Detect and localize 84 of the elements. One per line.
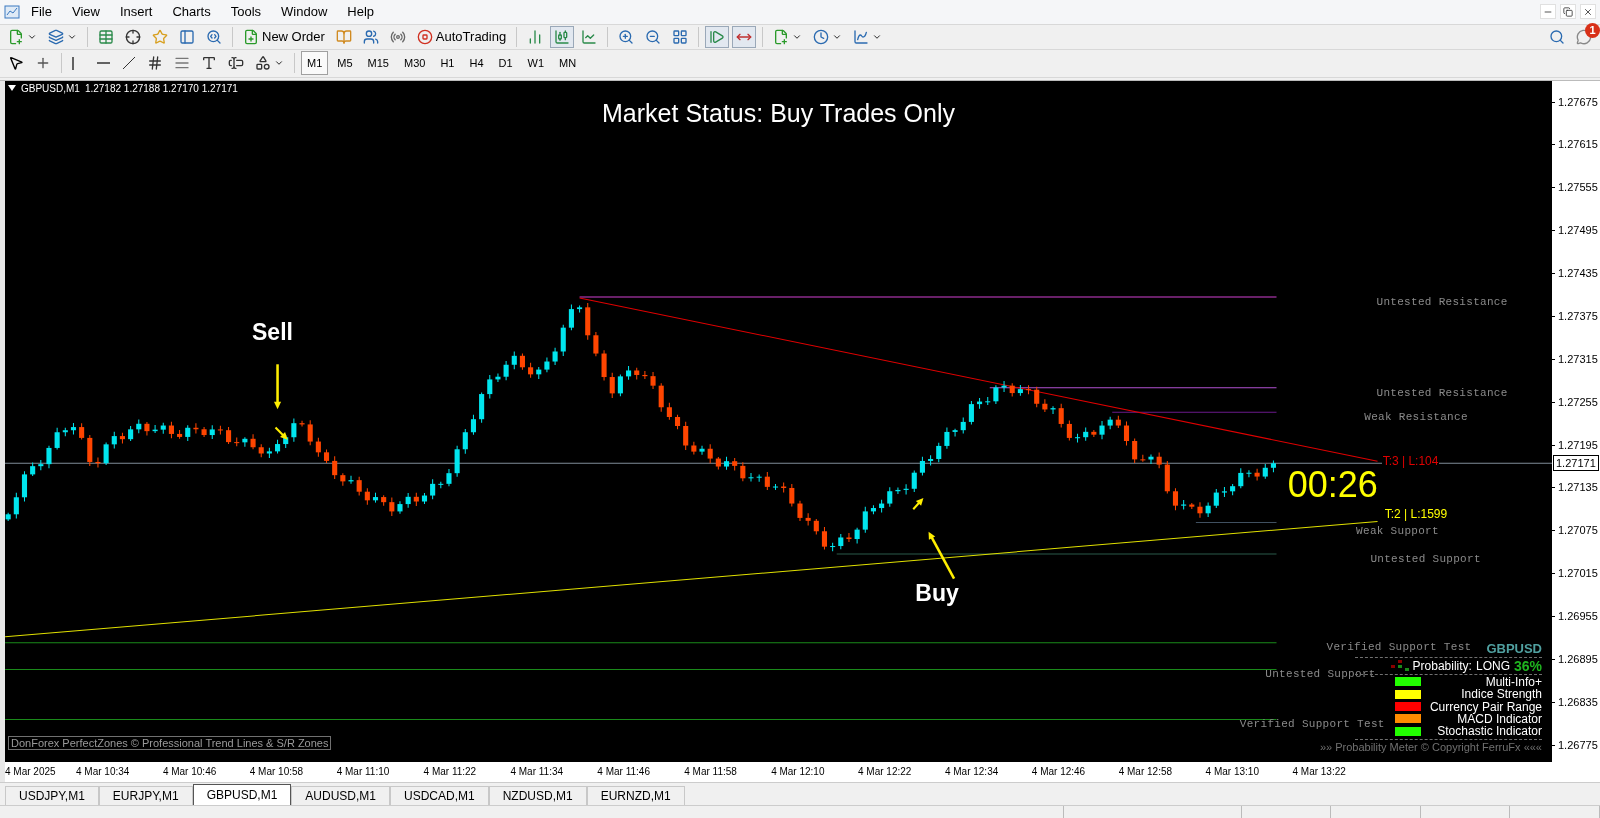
chart-tab[interactable]: NZDUSD,M1 [488,786,587,806]
zone-label: Weak Support [1356,525,1439,538]
time-label: 4 Mar 10:46 [162,766,218,778]
chart-tab[interactable]: EURJPY,M1 [98,786,193,806]
time-label: 4 Mar 11:10 [336,766,391,778]
current-price-label: 1.27171 [1553,454,1599,471]
menu-item[interactable]: Insert [110,2,162,22]
zone-label: Untested Support [1265,668,1376,681]
price-label: 1.26835 [1552,694,1600,738]
time-label: 4 Mar 10:34 [76,766,131,778]
meter-footer: »» Probability Meter © Copyright FerruFx ««« [1319,740,1542,753]
price-label: 1.27315 [1552,351,1600,395]
zone-label: Weak Resistance [1364,411,1468,423]
timeframe-button[interactable]: MN [553,51,583,76]
price-label: 1.27255 [1552,394,1600,438]
time-label: 4 Mar 12:34 [944,766,1000,778]
market-status: Market Status: Buy Trades Only [602,98,955,128]
trend-label: T:2 | L:1599 [1383,506,1449,521]
indicator-name: Indice Strength [1460,688,1542,701]
indicator-name: Stochastic Indicator [1436,725,1542,738]
probability-percent: 36% [1513,657,1542,674]
timeframe-button[interactable]: H4 [463,51,490,76]
time-label: 4 Mar 13:10 [1205,766,1260,778]
time-label: 4 Mar 10:58 [249,766,305,778]
chart-tab[interactable]: AUDUSD,M1 [291,786,390,806]
chart-tab[interactable]: GBPUSD,M1 [192,784,292,806]
menu-item[interactable]: File [22,2,61,22]
time-label: 4 Mar 2025 [5,766,57,778]
timeframe-button[interactable]: H1 [434,51,461,76]
meter-symbol: GBPUSD [1486,640,1542,656]
price-label: 1.27495 [1552,223,1600,267]
price-label: 1.27135 [1552,480,1600,524]
indicator-name: Multi-Info+ [1484,675,1542,688]
price-label: 1.27435 [1552,266,1600,309]
timeframe-button[interactable]: M5 [331,51,359,76]
chart-tab[interactable]: USDCAD,M1 [390,786,489,806]
time-label: 4 Mar 12:10 [771,766,826,778]
chart-quotes: 1.27182 1.27188 1.27170 1.27171 [84,82,238,94]
indicator-credit: DonForex PerfectZones © Professional Trend Lines & S/R Zones [8,735,332,750]
probability-label: Probability: [1412,658,1472,673]
chart-symbol: GBPUSD,M1 [21,82,80,94]
signal-label: Sell [252,319,293,347]
menu-item[interactable]: View [62,2,109,22]
price-label: 1.26895 [1552,651,1600,695]
price-label: 1.27015 [1552,566,1600,609]
candle-timer: 00:26 [1287,464,1378,507]
time-label: 4 Mar 11:46 [597,766,651,778]
chart-tab[interactable]: USDJPY,M1 [5,786,99,806]
price-label: 1.27075 [1552,523,1600,567]
price-label: 1.27615 [1552,137,1600,181]
time-label: 4 Mar 13:22 [1292,766,1347,778]
time-label: 4 Mar 12:22 [858,766,913,778]
price-label: 1.26775 [1552,737,1600,781]
time-label: 4 Mar 11:34 [510,766,565,778]
zone-label: Untested Support [1370,552,1481,565]
time-label: 4 Mar 11:58 [684,766,738,778]
signal-label: Buy [915,580,959,608]
probability-direction: LONG [1475,658,1510,673]
auto-trading-button[interactable]: AutoTrading [412,25,511,48]
indicator-name: MACD Indicator [1457,713,1542,725]
timeframe-button[interactable]: W1 [521,51,551,76]
price-label: 1.27375 [1552,308,1600,352]
time-label: 4 Mar 12:58 [1118,766,1174,778]
zone-label: Verified Support Test [1326,640,1472,653]
timeframe-button[interactable]: M15 [361,51,395,76]
menu-item[interactable]: Charts [163,2,220,22]
time-label: 4 Mar 11:22 [423,766,478,778]
time-label: 4 Mar 12:46 [1031,766,1087,778]
menu-item[interactable]: Tools [221,2,271,22]
price-label: 1.27675 [1552,94,1600,138]
price-label: 1.27555 [1552,180,1600,224]
zone-label: Verified Support Test [1239,718,1385,731]
menu-item[interactable]: Window [272,2,337,22]
chart-tab[interactable]: EURNZD,M1 [586,786,685,806]
zone-label: Untested Resistance [1376,386,1508,399]
trend-label: T:3 | L:104 [1381,453,1440,468]
menu-item[interactable]: Help [338,2,384,22]
timeframe-button[interactable]: M1 [301,51,329,76]
indicator-name: Currency Pair Range [1428,700,1542,713]
timeframe-button[interactable]: D1 [492,51,519,76]
price-label: 1.26955 [1552,608,1600,652]
zone-label: Untested Resistance [1376,295,1508,308]
timeframe-button[interactable]: M30 [397,51,432,76]
new-order-button[interactable]: New Order [239,25,329,48]
